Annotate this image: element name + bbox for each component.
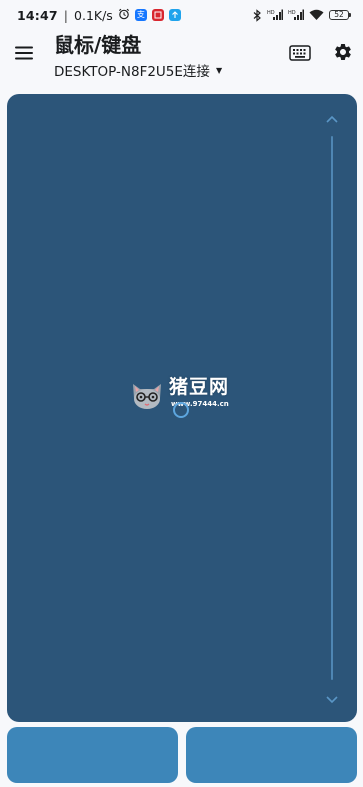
hamburger-menu-icon <box>15 45 33 64</box>
battery-tip <box>349 13 351 17</box>
status-bar-left: 14:47 | 0.1K/s 支 <box>17 8 181 23</box>
touch-cursor-indicator <box>173 402 189 418</box>
title-block: 鼠标/键盘 DESKTOP-N8F2U5E连接 ▼ <box>54 32 222 80</box>
keyboard-button[interactable] <box>287 42 313 68</box>
right-click-button[interactable] <box>186 727 357 783</box>
chevron-down-icon <box>326 689 338 708</box>
network-speed: 0.1K/s <box>74 7 113 23</box>
triangle-down-icon: ▼ <box>215 66 223 75</box>
app-red-icon <box>151 9 164 21</box>
scroll-up-button[interactable] <box>323 110 341 124</box>
bluetooth-icon <box>252 8 262 22</box>
scroll-track[interactable] <box>331 136 333 680</box>
settings-button[interactable] <box>330 41 356 67</box>
signal-hd-1-icon: HD <box>267 9 283 21</box>
app-bar: 鼠标/键盘 DESKTOP-N8F2U5E连接 ▼ <box>0 30 363 84</box>
app-blue-icon <box>168 9 181 21</box>
gear-icon <box>333 42 353 66</box>
page-title: 鼠标/键盘 <box>54 33 142 57</box>
wifi-icon <box>309 9 324 21</box>
status-time: 14:47 <box>17 7 58 23</box>
app-screen: 14:47 | 0.1K/s 支 HD HD 52 鼠标/键盘 DESKTOP-… <box>0 0 363 787</box>
scroll-down-button[interactable] <box>323 691 341 705</box>
svg-text:HD: HD <box>267 10 275 16</box>
chevron-up-icon <box>326 108 338 127</box>
connection-selector[interactable]: DESKTOP-N8F2U5E连接 ▼ <box>54 60 222 80</box>
connection-label: DESKTOP-N8F2U5E连接 <box>54 64 210 80</box>
status-separator: | <box>63 7 69 23</box>
svg-text:HD: HD <box>288 10 296 16</box>
touchpad[interactable]: 猪豆网 www.97444.cn <box>7 94 357 722</box>
battery-icon: 52 <box>329 10 351 20</box>
menu-button[interactable] <box>10 40 38 68</box>
left-click-button[interactable] <box>7 727 178 783</box>
signal-hd-2-icon: HD <box>288 9 304 21</box>
alipay-icon: 支 <box>134 9 147 21</box>
status-bar: 14:47 | 0.1K/s 支 HD HD 52 <box>0 0 363 30</box>
cat-mascot-icon <box>129 378 165 416</box>
status-bar-right: HD HD 52 <box>252 8 351 22</box>
watermark-text: 猪豆网 <box>169 376 230 398</box>
keyboard-icon <box>289 45 311 65</box>
battery-level: 52 <box>329 10 349 20</box>
alarm-icon <box>118 8 130 23</box>
